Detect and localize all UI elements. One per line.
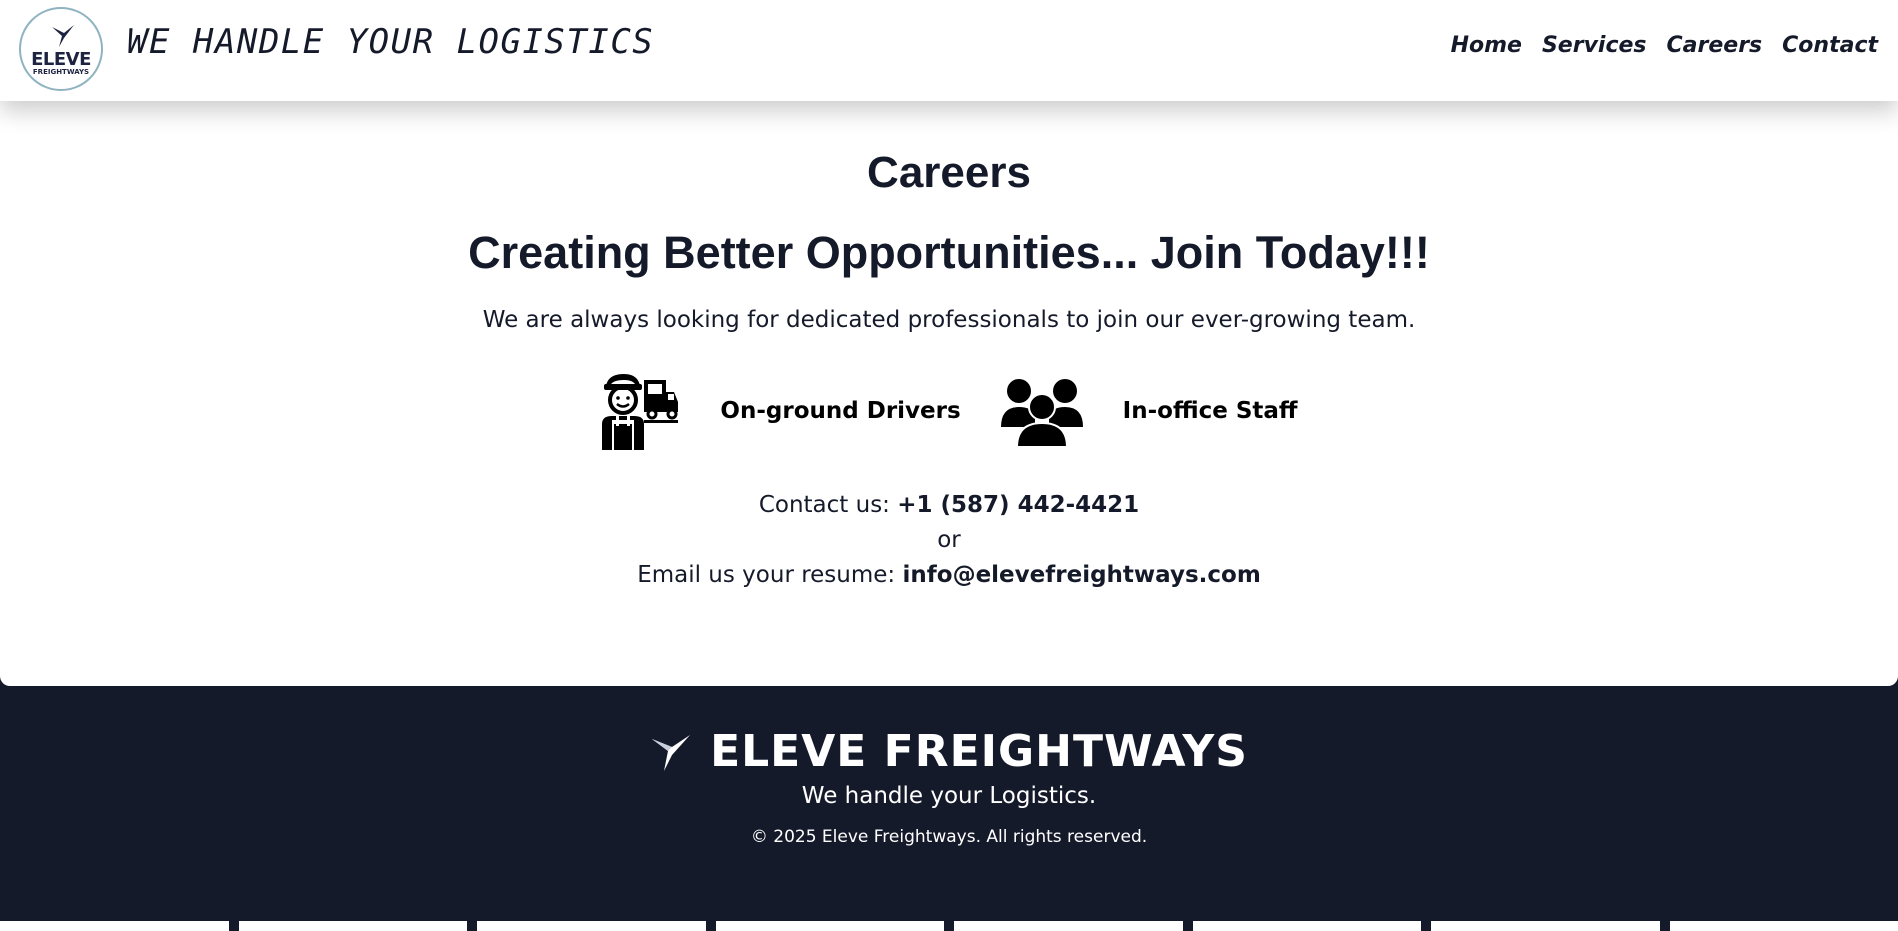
contact-block: Contact us: +1 (587) 442-4421 or Email u… bbox=[0, 488, 1898, 593]
card-edge bbox=[1669, 921, 1898, 931]
bird-logo-icon bbox=[652, 734, 691, 771]
logo-subtitle: FREIGHTWAYS bbox=[32, 68, 90, 76]
card-edge bbox=[1431, 921, 1660, 931]
card-edge bbox=[0, 921, 229, 931]
nav-services[interactable]: Services bbox=[1542, 33, 1647, 58]
logo-name: ELEVE bbox=[31, 49, 91, 70]
page-title: Careers bbox=[867, 148, 1031, 197]
header-tagline: WE HANDLE YOUR LOGISTICS bbox=[127, 22, 655, 62]
copyright: © 2025 Eleve Freightways. All rights res… bbox=[750, 827, 1148, 847]
nav-contact[interactable]: Contact bbox=[1782, 33, 1878, 58]
phone-link[interactable]: +1 (587) 442-4421 bbox=[897, 492, 1139, 518]
footer-brand: ELEVE FREIGHTWAYS bbox=[0, 726, 1898, 777]
nav-home[interactable]: Home bbox=[1451, 33, 1522, 58]
card-edge bbox=[1192, 921, 1421, 931]
site-header: ELEVE FREIGHTWAYS WE HANDLE YOUR LOGISTI… bbox=[0, 0, 1898, 101]
bird-logo-icon bbox=[52, 25, 74, 47]
email-link[interactable]: info@elevefreightways.com bbox=[903, 562, 1261, 588]
role-office-staff: In-office Staff bbox=[1000, 375, 1298, 447]
phone-line: Contact us: +1 (587) 442-4421 bbox=[0, 488, 1898, 523]
card-edge bbox=[715, 921, 944, 931]
roles-list: On-ground Drivers In-office Staff bbox=[0, 371, 1898, 451]
company-logo[interactable]: ELEVE FREIGHTWAYS bbox=[19, 7, 103, 91]
email-prefix: Email us your resume: bbox=[637, 562, 903, 588]
phone-prefix: Contact us: bbox=[758, 492, 898, 518]
main-nav: Home Services Careers Contact bbox=[1451, 33, 1878, 58]
bottom-card-strip bbox=[0, 921, 1898, 931]
footer-tagline: We handle your Logistics. bbox=[801, 783, 1097, 809]
careers-intro: We are always looking for dedicated prof… bbox=[482, 307, 1416, 333]
footer-brand-name: ELEVE FREIGHTWAYS bbox=[710, 726, 1248, 777]
careers-headline: Creating Better Opportunities... Join To… bbox=[468, 227, 1430, 278]
card-edge bbox=[954, 921, 1183, 931]
card-edge bbox=[477, 921, 706, 931]
nav-careers[interactable]: Careers bbox=[1667, 33, 1763, 58]
site-footer: ELEVE FREIGHTWAYS We handle your Logisti… bbox=[0, 686, 1898, 847]
truck-driver-icon bbox=[602, 374, 679, 450]
or-text: or bbox=[937, 527, 961, 553]
role-label: In-office Staff bbox=[1122, 398, 1298, 424]
role-drivers: On-ground Drivers bbox=[600, 372, 961, 450]
email-line: Email us your resume: info@elevefreightw… bbox=[0, 558, 1898, 593]
careers-section: Careers Creating Better Opportunities...… bbox=[0, 101, 1898, 593]
role-label: On-ground Drivers bbox=[720, 398, 961, 424]
card-edge bbox=[238, 921, 467, 931]
users-group-icon bbox=[1000, 379, 1083, 447]
